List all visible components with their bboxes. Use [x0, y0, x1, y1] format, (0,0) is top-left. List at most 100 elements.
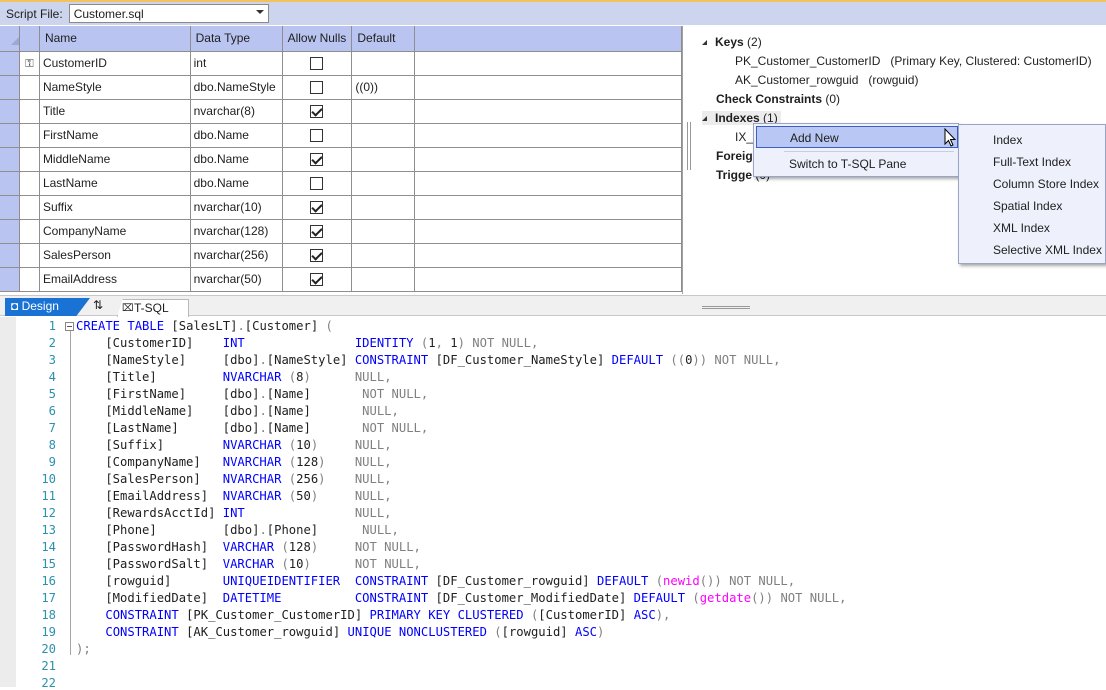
- code-line[interactable]: [CompanyName] NVARCHAR (128) NULL,: [76, 455, 391, 469]
- code-line[interactable]: [PasswordSalt] VARCHAR (10) NOT NULL,: [76, 557, 421, 571]
- column-name-cell[interactable]: Suffix: [39, 195, 191, 220]
- default-cell[interactable]: ((0)): [351, 75, 416, 100]
- expand-triangle-icon[interactable]: [702, 40, 707, 45]
- column-name-cell[interactable]: CustomerID: [39, 51, 191, 76]
- table-row[interactable]: Suffix nvarchar(10): [0, 195, 682, 220]
- grid-corner[interactable]: [0, 26, 20, 52]
- default-cell[interactable]: [351, 147, 416, 172]
- column-name-cell[interactable]: Title: [39, 99, 191, 124]
- tree-node-foreign-keys[interactable]: Foreig: [716, 149, 753, 163]
- table-row[interactable]: CompanyName nvarchar(128): [0, 219, 682, 244]
- tree-node-keys[interactable]: Keys (2): [702, 35, 762, 49]
- code-line[interactable]: [SalesPerson] NVARCHAR (256) NULL,: [76, 472, 391, 486]
- row-selector[interactable]: [0, 243, 20, 268]
- allow-nulls-checkbox[interactable]: [310, 81, 324, 95]
- data-type-cell[interactable]: dbo.Name: [190, 147, 283, 172]
- allow-nulls-checkbox[interactable]: [310, 57, 324, 71]
- code-line[interactable]: );: [76, 642, 91, 656]
- code-line[interactable]: [Suffix] NVARCHAR (10) NULL,: [76, 438, 391, 452]
- data-type-cell[interactable]: dbo.Name: [190, 123, 283, 148]
- script-file-dropdown[interactable]: Customer.sql: [68, 4, 269, 23]
- tree-node-check-constraints[interactable]: Check Constraints (0): [716, 92, 840, 106]
- submenu-item-index[interactable]: Index: [959, 129, 1105, 151]
- code-line[interactable]: [PasswordHash] VARCHAR (128) NOT NULL,: [76, 540, 421, 554]
- column-name-cell[interactable]: SalesPerson: [39, 243, 191, 268]
- allow-nulls-checkbox[interactable]: [310, 273, 324, 287]
- tsql-editor[interactable]: 1 CREATE TABLE [SalesLT].[Customer] (2 [C…: [0, 317, 1106, 690]
- tab-design[interactable]: ◘ Design: [5, 298, 90, 316]
- code-line[interactable]: [Title] NVARCHAR (8) NULL,: [76, 370, 391, 384]
- default-cell[interactable]: [351, 51, 416, 76]
- submenu-item-full-text-index[interactable]: Full-Text Index: [959, 151, 1105, 173]
- swap-panes-button[interactable]: ⇅: [93, 298, 103, 312]
- allow-nulls-checkbox[interactable]: [310, 153, 324, 167]
- code-line[interactable]: [ModifiedDate] DATETIME CONSTRAINT [DF_C…: [76, 591, 846, 605]
- row-selector[interactable]: [0, 219, 20, 244]
- code-line[interactable]: [rowguid] UNIQUEIDENTIFIER CONSTRAINT [D…: [76, 574, 795, 588]
- table-row[interactable]: ⚿ CustomerID int: [0, 51, 682, 76]
- data-type-cell[interactable]: nvarchar(10): [190, 195, 283, 220]
- default-cell[interactable]: [351, 267, 416, 292]
- default-cell[interactable]: [351, 123, 416, 148]
- column-name-cell[interactable]: NameStyle: [39, 75, 191, 100]
- row-selector[interactable]: [0, 75, 20, 100]
- column-name-cell[interactable]: LastName: [39, 171, 191, 196]
- table-row[interactable]: MiddleName dbo.Name: [0, 147, 682, 172]
- column-header-allow-nulls[interactable]: Allow Nulls: [282, 26, 353, 52]
- data-type-cell[interactable]: nvarchar(256): [190, 243, 283, 268]
- table-row[interactable]: LastName dbo.Name: [0, 171, 682, 196]
- table-row[interactable]: NameStyle dbo.NameStyle ((0)): [0, 75, 682, 100]
- submenu-item-selective-xml-index[interactable]: Selective XML Index: [959, 239, 1105, 261]
- column-header-default[interactable]: Default: [351, 26, 416, 52]
- data-type-cell[interactable]: dbo.Name: [190, 171, 283, 196]
- allow-nulls-checkbox[interactable]: [310, 225, 324, 239]
- tree-item-key[interactable]: AK_Customer_rowguid (rowguid): [735, 73, 918, 87]
- table-row[interactable]: Title nvarchar(8): [0, 99, 682, 124]
- submenu-item-xml-index[interactable]: XML Index: [959, 217, 1105, 239]
- submenu-item-spatial-index[interactable]: Spatial Index: [959, 195, 1105, 217]
- code-line[interactable]: [LastName] [dbo].[Name] NOT NULL,: [76, 421, 428, 435]
- menu-item-add-new[interactable]: Add New: [756, 126, 958, 148]
- expand-triangle-icon[interactable]: [702, 116, 707, 121]
- code-line[interactable]: CONSTRAINT [PK_Customer_CustomerID] PRIM…: [76, 608, 670, 622]
- default-cell[interactable]: [351, 195, 416, 220]
- data-type-cell[interactable]: nvarchar(8): [190, 99, 283, 124]
- column-name-cell[interactable]: FirstName: [39, 123, 191, 148]
- data-type-cell[interactable]: int: [190, 51, 283, 76]
- code-line[interactable]: [CustomerID] INT IDENTITY (1, 1) NOT NUL…: [76, 336, 538, 350]
- code-line[interactable]: CREATE TABLE [SalesLT].[Customer] (: [76, 319, 333, 333]
- row-selector[interactable]: [0, 267, 20, 292]
- default-cell[interactable]: [351, 99, 416, 124]
- allow-nulls-checkbox[interactable]: [310, 105, 324, 119]
- row-selector[interactable]: [0, 51, 20, 76]
- tree-item-key[interactable]: PK_Customer_CustomerID (Primary Key, Clu…: [735, 54, 1092, 68]
- row-selector[interactable]: [0, 171, 20, 196]
- default-cell[interactable]: [351, 243, 416, 268]
- menu-item-switch-to-tsql-pane[interactable]: Switch to T-SQL Pane: [756, 153, 958, 175]
- allow-nulls-checkbox[interactable]: [310, 129, 324, 143]
- vertical-splitter[interactable]: [687, 122, 691, 170]
- code-line[interactable]: [FirstName] [dbo].[Name] NOT NULL,: [76, 387, 428, 401]
- data-type-cell[interactable]: nvarchar(50): [190, 267, 283, 292]
- column-name-cell[interactable]: CompanyName: [39, 219, 191, 244]
- code-line[interactable]: [EmailAddress] NVARCHAR (50) NULL,: [76, 489, 391, 503]
- code-line[interactable]: [NameStyle] [dbo].[NameStyle] CONSTRAINT…: [76, 353, 780, 367]
- tab-tsql[interactable]: ⌧ T-SQL: [117, 299, 189, 317]
- column-header-data-type[interactable]: Data Type: [190, 26, 283, 52]
- allow-nulls-checkbox[interactable]: [310, 201, 324, 215]
- column-name-cell[interactable]: MiddleName: [39, 147, 191, 172]
- row-selector[interactable]: [0, 147, 20, 172]
- horizontal-splitter[interactable]: [702, 306, 750, 309]
- row-selector[interactable]: [0, 195, 20, 220]
- allow-nulls-checkbox[interactable]: [310, 177, 324, 191]
- data-type-cell[interactable]: dbo.NameStyle: [190, 75, 283, 100]
- code-line[interactable]: CONSTRAINT [AK_Customer_rowguid] UNIQUE …: [76, 625, 604, 639]
- column-header-name[interactable]: Name: [39, 26, 191, 52]
- code-line[interactable]: [RewardsAcctId] INT NULL,: [76, 506, 391, 520]
- code-line[interactable]: [Phone] [dbo].[Phone] NULL,: [76, 523, 399, 537]
- row-selector[interactable]: [0, 99, 20, 124]
- allow-nulls-checkbox[interactable]: [310, 249, 324, 263]
- row-selector[interactable]: [0, 123, 20, 148]
- submenu-item-column-store-index[interactable]: Column Store Index: [959, 173, 1105, 195]
- code-line[interactable]: [MiddleName] [dbo].[Name] NULL,: [76, 404, 399, 418]
